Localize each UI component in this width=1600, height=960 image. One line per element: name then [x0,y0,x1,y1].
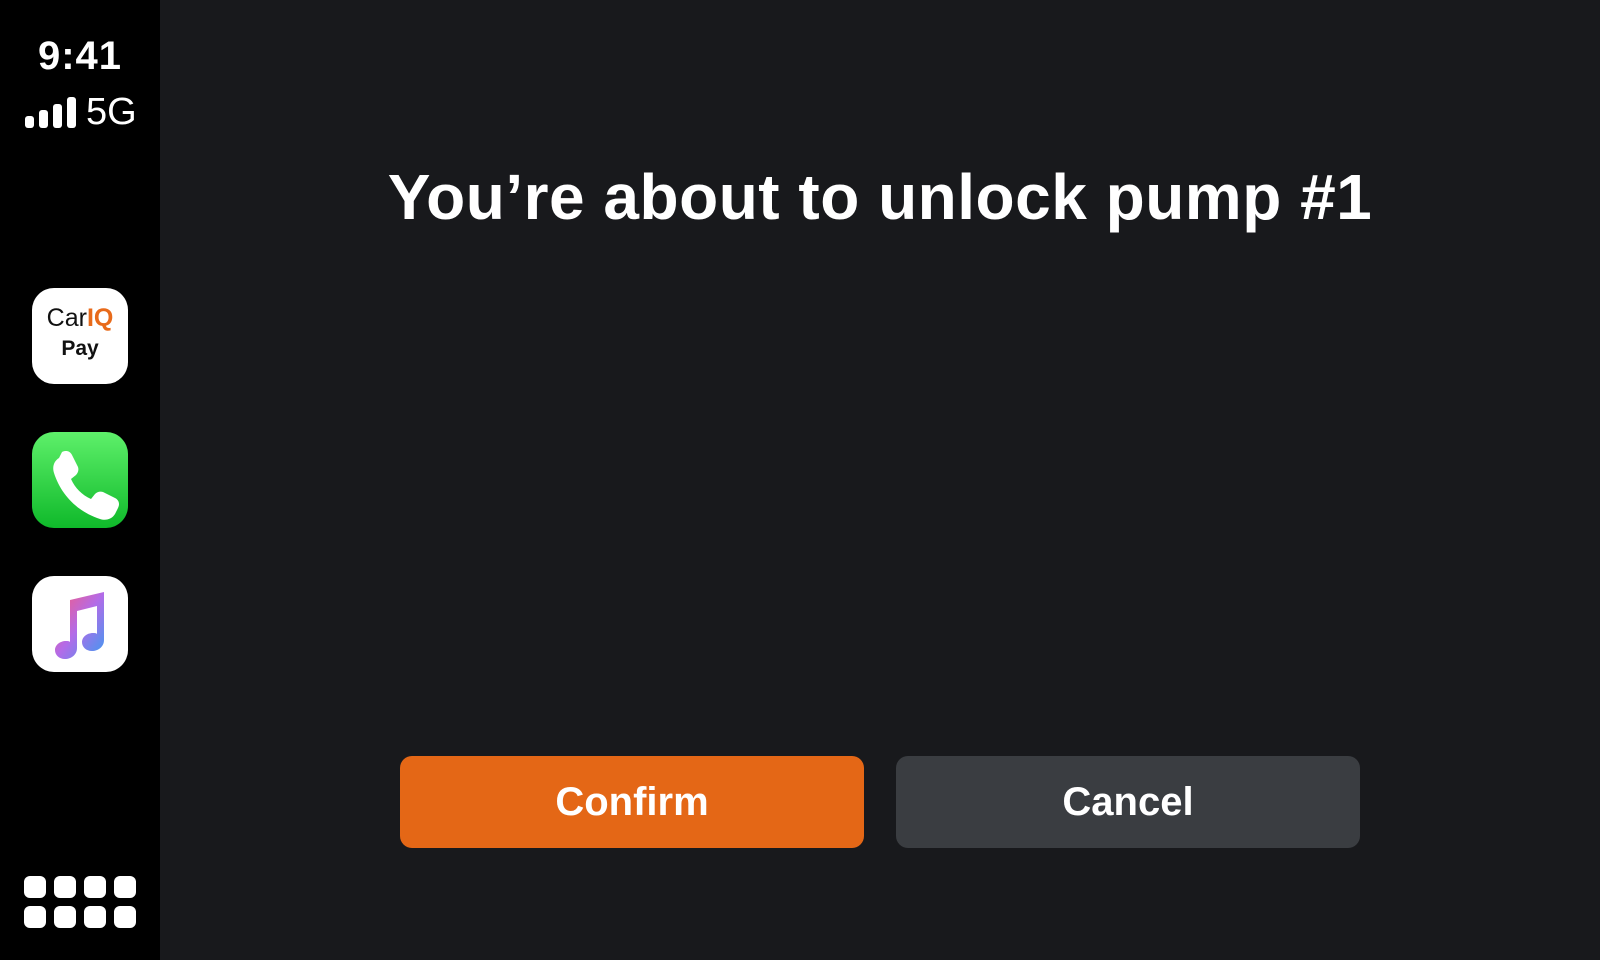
signal-strength-icon [25,96,76,128]
phone-app-icon[interactable] [32,432,128,528]
music-app-icon[interactable] [32,576,128,672]
app-grid-icon[interactable] [24,876,136,930]
main-panel: You’re about to unlock pump #1 Confirm C… [160,0,1600,960]
confirm-button[interactable]: Confirm [400,756,864,848]
cariq-logo: CarIQ [46,304,114,332]
music-note-icon [55,592,104,659]
carplay-screen: 9:41 5G CarIQ Pay You’re about to unlock… [0,0,1600,960]
cariq-pay-app-icon[interactable]: CarIQ Pay [32,288,128,384]
cancel-button[interactable]: Cancel [896,756,1360,848]
network-type: 5G [86,91,137,133]
status-time: 9:41 [37,34,123,78]
unlock-pump-message: You’re about to unlock pump #1 [387,161,1373,233]
sidebar: 9:41 5G CarIQ Pay [0,0,160,960]
phone-icon [53,451,119,520]
status-signal: 5G [25,92,145,132]
cariq-pay-label: Pay [61,337,99,360]
